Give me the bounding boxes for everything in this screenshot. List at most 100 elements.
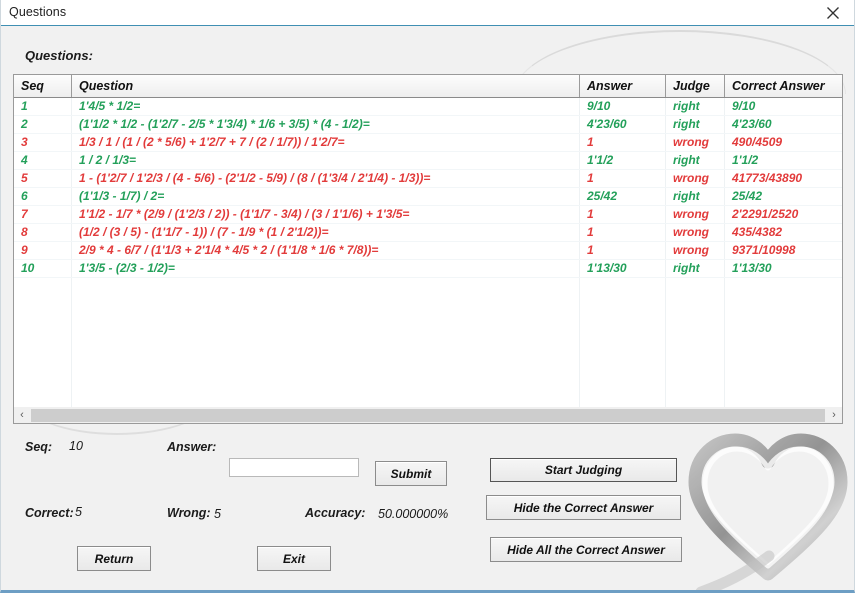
cell-judge: wrong xyxy=(665,223,725,242)
horizontal-scrollbar[interactable]: ‹ › xyxy=(13,407,843,424)
scroll-right-arrow-icon[interactable]: › xyxy=(826,407,842,423)
scrollbar-thumb[interactable] xyxy=(31,408,825,422)
cell-empty xyxy=(14,346,72,363)
hide-all-correct-answer-button[interactable]: Hide All the Correct Answer xyxy=(490,537,682,562)
seq-label: Seq: xyxy=(25,440,53,454)
cell-empty xyxy=(724,363,842,380)
cell-seq: 2 xyxy=(14,115,72,134)
cell-question: (1/2 / (3 / 5) - (1'1/7 - 1)) / (7 - 1/9… xyxy=(71,223,580,242)
column-header-question[interactable]: Question xyxy=(71,75,580,98)
cell-seq: 8 xyxy=(14,223,72,242)
exit-button[interactable]: Exit xyxy=(257,546,331,571)
cell-seq: 10 xyxy=(14,259,72,278)
cell-judge: wrong xyxy=(665,205,725,224)
seq-value: 10 xyxy=(69,439,83,453)
cell-empty xyxy=(665,312,725,329)
cell-correct-answer: 2'2291/2520 xyxy=(724,205,842,224)
hide-correct-answer-button[interactable]: Hide the Correct Answer xyxy=(486,495,681,520)
submit-button[interactable]: Submit xyxy=(375,461,447,486)
cell-empty xyxy=(71,380,580,397)
window-title: Questions xyxy=(9,5,67,19)
table-row-empty xyxy=(14,277,842,295)
cell-correct-answer: 1'1/2 xyxy=(724,151,842,170)
cell-empty xyxy=(71,312,580,329)
cell-answer: 9/10 xyxy=(579,97,666,116)
cell-empty xyxy=(14,380,72,397)
cell-correct-answer: 25/42 xyxy=(724,187,842,206)
table-row[interactable]: 8 (1/2 / (3 / 5) - (1'1/7 - 1)) / (7 - 1/… xyxy=(14,223,842,242)
cell-empty xyxy=(14,312,72,329)
cell-seq: 4 xyxy=(14,151,72,170)
cell-judge: right xyxy=(665,151,725,170)
cell-empty xyxy=(724,346,842,363)
scroll-left-arrow-icon[interactable]: ‹ xyxy=(14,407,30,423)
wrong-value: 5 xyxy=(214,507,221,521)
cell-judge: right xyxy=(665,187,725,206)
cell-empty xyxy=(724,380,842,397)
table-row-empty xyxy=(14,312,842,329)
close-icon[interactable] xyxy=(810,0,854,25)
cell-empty xyxy=(71,277,580,295)
column-header-seq[interactable]: Seq xyxy=(14,75,72,98)
table-row[interactable]: 3 1/3 / 1 / (1 / (2 * 5/6) + 1'2/7 + 7 / … xyxy=(14,133,842,152)
cell-empty xyxy=(579,295,666,312)
table-row[interactable]: 9 2/9 * 4 - 6/7 / (1'1/3 + 2'1/4 * 4/5 * … xyxy=(14,241,842,260)
table-row-empty xyxy=(14,295,842,312)
table-row[interactable]: 51 - (1'2/7 / 1'2/3 / (4 - 5/6) - (2'1/2… xyxy=(14,169,842,188)
cell-correct-answer: 1'13/30 xyxy=(724,259,842,278)
cell-answer: 25/42 xyxy=(579,187,666,206)
cell-empty xyxy=(14,363,72,380)
cell-judge: wrong xyxy=(665,169,725,188)
cell-question: 1 - (1'2/7 / 1'2/3 / (4 - 5/6) - (2'1/2 … xyxy=(71,169,580,188)
table-row[interactable]: 10 1'3/5 - (2/3 - 1/2)= 1'13/30 right 1'13/3… xyxy=(14,259,842,278)
cell-empty xyxy=(579,329,666,346)
table-row-empty xyxy=(14,380,842,397)
table-row[interactable]: 1 1'4/5 * 1/2= 9/10 right 9/10 xyxy=(14,97,842,116)
wrong-label: Wrong: xyxy=(167,506,211,520)
cell-answer: 4'23/60 xyxy=(579,115,666,134)
questions-window: Questions Questions: Seq Question Answer… xyxy=(0,0,855,593)
return-button[interactable]: Return xyxy=(77,546,151,571)
table-row-empty xyxy=(14,346,842,363)
cell-empty xyxy=(71,329,580,346)
accuracy-value: 50.000000% xyxy=(378,507,449,521)
cell-empty xyxy=(665,329,725,346)
cell-answer: 1 xyxy=(579,169,666,188)
column-header-answer[interactable]: Answer xyxy=(579,75,666,98)
cell-empty xyxy=(724,295,842,312)
accuracy-label: Accuracy: xyxy=(305,506,366,520)
section-heading: Questions: xyxy=(25,48,93,63)
cell-empty xyxy=(579,363,666,380)
column-header-correct-answer[interactable]: Correct Answer xyxy=(724,75,842,98)
cell-judge: wrong xyxy=(665,133,725,152)
cell-question: 2/9 * 4 - 6/7 / (1'1/3 + 2'1/4 * 4/5 * 2… xyxy=(71,241,580,260)
table-row[interactable]: 2 (1'1/2 * 1/2 - (1'2/7 - 2/5 * 1'3/4) * … xyxy=(14,115,842,134)
answer-input[interactable] xyxy=(229,458,359,477)
correct-value: 5 xyxy=(75,505,82,519)
column-header-judge[interactable]: Judge xyxy=(665,75,725,98)
table-row[interactable]: 6 (1'1/3 - 1/7) / 2= 25/42 right 25/42 xyxy=(14,187,842,206)
cell-empty xyxy=(579,312,666,329)
cell-answer: 1'13/30 xyxy=(579,259,666,278)
table-row[interactable]: 41 / 2 / 1/3= 1'1/2 right 1'1/2 xyxy=(14,151,842,170)
table-header-row: Seq Question Answer Judge Correct Answer xyxy=(14,75,842,98)
table-row[interactable]: 7 1'1/2 - 1/7 * (2/9 / (1'2/3 / 2)) - (1'… xyxy=(14,205,842,224)
cell-question: 1'3/5 - (2/3 - 1/2)= xyxy=(71,259,580,278)
cell-empty xyxy=(665,295,725,312)
cell-seq: 7 xyxy=(14,205,72,224)
start-judging-button[interactable]: Start Judging xyxy=(490,458,677,482)
cell-correct-answer: 9371/10998 xyxy=(724,241,842,260)
cell-answer: 1 xyxy=(579,205,666,224)
cell-seq: 9 xyxy=(14,241,72,260)
cell-empty xyxy=(14,295,72,312)
cell-answer: 1 xyxy=(579,223,666,242)
cell-correct-answer: 4'23/60 xyxy=(724,115,842,134)
questions-grid[interactable]: Seq Question Answer Judge Correct Answer… xyxy=(13,74,843,424)
cell-empty xyxy=(579,277,666,295)
cell-empty xyxy=(14,329,72,346)
cell-empty xyxy=(71,295,580,312)
table-row-empty xyxy=(14,363,842,380)
cell-empty xyxy=(579,346,666,363)
cell-empty xyxy=(665,363,725,380)
cell-empty xyxy=(724,312,842,329)
